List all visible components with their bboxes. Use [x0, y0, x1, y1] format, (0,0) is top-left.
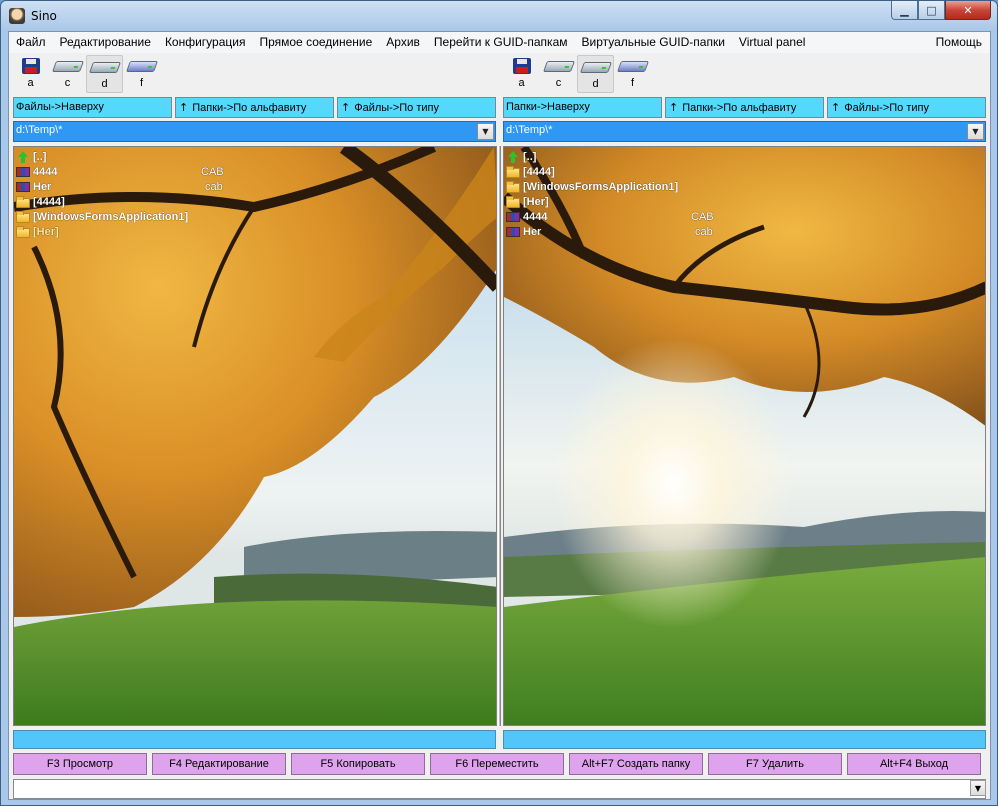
right-sort-folders-alpha[interactable]: ↑ Папки->По альфавиту: [665, 97, 824, 118]
f6-move-button[interactable]: F6 Переместить: [430, 753, 564, 775]
menu-config[interactable]: Конфигурация: [158, 32, 253, 53]
left-sort-folders-alpha[interactable]: ↑ Папки->По альфавиту: [175, 97, 334, 118]
hard-drive-icon: [51, 61, 84, 72]
list-item[interactable]: [..]: [506, 149, 985, 164]
left-sort-files-up[interactable]: Файлы->Наверху: [13, 97, 172, 118]
chevron-down-icon[interactable]: ▼: [967, 123, 984, 140]
list-item[interactable]: [WindowsFormsApplication1]: [16, 209, 496, 224]
left-status-bar: [13, 730, 496, 749]
chevron-down-icon[interactable]: ▼: [477, 123, 494, 140]
list-item[interactable]: 4444 CAB: [16, 164, 496, 179]
menu-virtual-panel[interactable]: Virtual panel: [732, 32, 813, 53]
title-bar: Sino ▁ □ ✕: [1, 1, 997, 31]
left-drive-a[interactable]: a: [12, 55, 49, 93]
list-item[interactable]: 4444 CAB: [506, 209, 985, 224]
app-window: Sino ▁ □ ✕ Файл Редактирование Конфигура…: [0, 0, 998, 806]
list-item[interactable]: [4444]: [16, 194, 496, 209]
right-file-list: [..] [4444] [WindowsFormsApplication1] […: [506, 149, 985, 239]
usb-drive-icon: [125, 61, 158, 72]
cab-archive-icon: [506, 226, 520, 237]
panel-splitter[interactable]: [498, 146, 501, 726]
maximize-button[interactable]: □: [918, 1, 945, 20]
function-key-bar: F3 Просмотр F4 Редактирование F5 Копиров…: [13, 753, 981, 775]
folder-icon: [506, 165, 520, 178]
command-line-input[interactable]: [13, 779, 986, 799]
cab-archive-icon: [16, 181, 30, 192]
arrow-up-icon: ↑: [669, 101, 679, 114]
right-path-value: d:\Temp\*: [506, 124, 553, 136]
minimize-button[interactable]: ▁: [891, 1, 918, 20]
right-drive-a[interactable]: a: [503, 55, 540, 93]
left-path-combo[interactable]: d:\Temp\* ▼: [13, 121, 496, 142]
menu-direct-connection[interactable]: Прямое соединение: [252, 32, 379, 53]
f4-edit-button[interactable]: F4 Редактирование: [152, 753, 286, 775]
right-sort-bar: Папки->Наверху ↑ Папки->По альфавиту ↑ Фай…: [503, 97, 986, 118]
f3-view-button[interactable]: F3 Просмотр: [13, 753, 147, 775]
left-path-value: d:\Temp\*: [16, 124, 63, 136]
menu-archive[interactable]: Архив: [379, 32, 427, 53]
hard-drive-icon: [88, 62, 121, 73]
right-drive-d[interactable]: d: [577, 55, 614, 93]
right-file-panel[interactable]: [..] [4444] [WindowsFormsApplication1] […: [503, 146, 986, 726]
hard-drive-icon: [542, 61, 575, 72]
left-sort-bar: Файлы->Наверху ↑ Папки->По альфавиту ↑ Фай…: [13, 97, 496, 118]
right-drive-c[interactable]: c: [540, 55, 577, 93]
menu-bar: Файл Редактирование Конфигурация Прямое …: [9, 32, 990, 53]
folder-icon: [506, 180, 520, 193]
floppy-icon: [512, 58, 531, 74]
right-path-combo[interactable]: d:\Temp\* ▼: [503, 121, 986, 142]
left-sort-files-type[interactable]: ↑ Файлы->По типу: [337, 97, 496, 118]
cab-archive-icon: [506, 211, 520, 222]
left-file-panel[interactable]: [..] 4444 CAB Her cab [4444] [WindowsForms…: [13, 146, 497, 726]
chevron-down-icon[interactable]: ▼: [970, 780, 986, 796]
arrow-up-icon: ↑: [179, 101, 189, 114]
alt-f4-exit-button[interactable]: Alt+F4 Выход: [847, 753, 981, 775]
close-button[interactable]: ✕: [945, 1, 991, 20]
menu-virtual-guid[interactable]: Виртуальные GUID-папки: [575, 32, 732, 53]
left-drive-f[interactable]: f: [123, 55, 160, 93]
f7-delete-button[interactable]: F7 Удалить: [708, 753, 842, 775]
list-item[interactable]: [..]: [16, 149, 496, 164]
right-sort-folders-up[interactable]: Папки->Наверху: [503, 97, 662, 118]
left-file-list: [..] 4444 CAB Her cab [4444] [WindowsForms…: [16, 149, 496, 239]
alt-f7-create-folder-button[interactable]: Alt+F7 Создать папку: [569, 753, 703, 775]
menu-edit[interactable]: Редактирование: [53, 32, 158, 53]
hard-drive-icon: [579, 62, 612, 73]
arrow-up-icon: ↑: [831, 101, 841, 114]
up-arrow-icon: [506, 150, 520, 163]
right-drive-f[interactable]: f: [614, 55, 651, 93]
right-status-bar: [503, 730, 986, 749]
usb-drive-icon: [616, 61, 649, 72]
client-area: Файл Редактирование Конфигурация Прямое …: [8, 31, 991, 800]
floppy-icon: [21, 58, 40, 74]
list-item[interactable]: Her cab: [16, 179, 496, 194]
folder-icon: [16, 195, 30, 208]
list-item[interactable]: [Her]: [16, 224, 496, 239]
up-arrow-icon: [16, 150, 30, 163]
arrow-up-icon: ↑: [341, 101, 351, 114]
menu-goto-guid[interactable]: Перейти к GUID-папкам: [427, 32, 575, 53]
right-sort-files-type[interactable]: ↑ Файлы->По типу: [827, 97, 986, 118]
list-item[interactable]: [Her]: [506, 194, 985, 209]
app-icon: [9, 8, 25, 24]
folder-icon: [16, 225, 30, 238]
left-drive-c[interactable]: c: [49, 55, 86, 93]
list-item[interactable]: Her cab: [506, 224, 985, 239]
right-drive-bar: a c d f: [503, 55, 651, 93]
f5-copy-button[interactable]: F5 Копировать: [291, 753, 425, 775]
list-item[interactable]: [4444]: [506, 164, 985, 179]
left-drive-bar: a c d f: [12, 55, 160, 93]
cab-archive-icon: [16, 166, 30, 177]
folder-icon: [16, 210, 30, 223]
window-title: Sino: [31, 9, 57, 23]
left-drive-d[interactable]: d: [86, 55, 123, 93]
menu-file[interactable]: Файл: [9, 32, 53, 53]
folder-icon: [506, 195, 520, 208]
list-item[interactable]: [WindowsFormsApplication1]: [506, 179, 985, 194]
menu-help[interactable]: Помощь: [929, 32, 990, 53]
